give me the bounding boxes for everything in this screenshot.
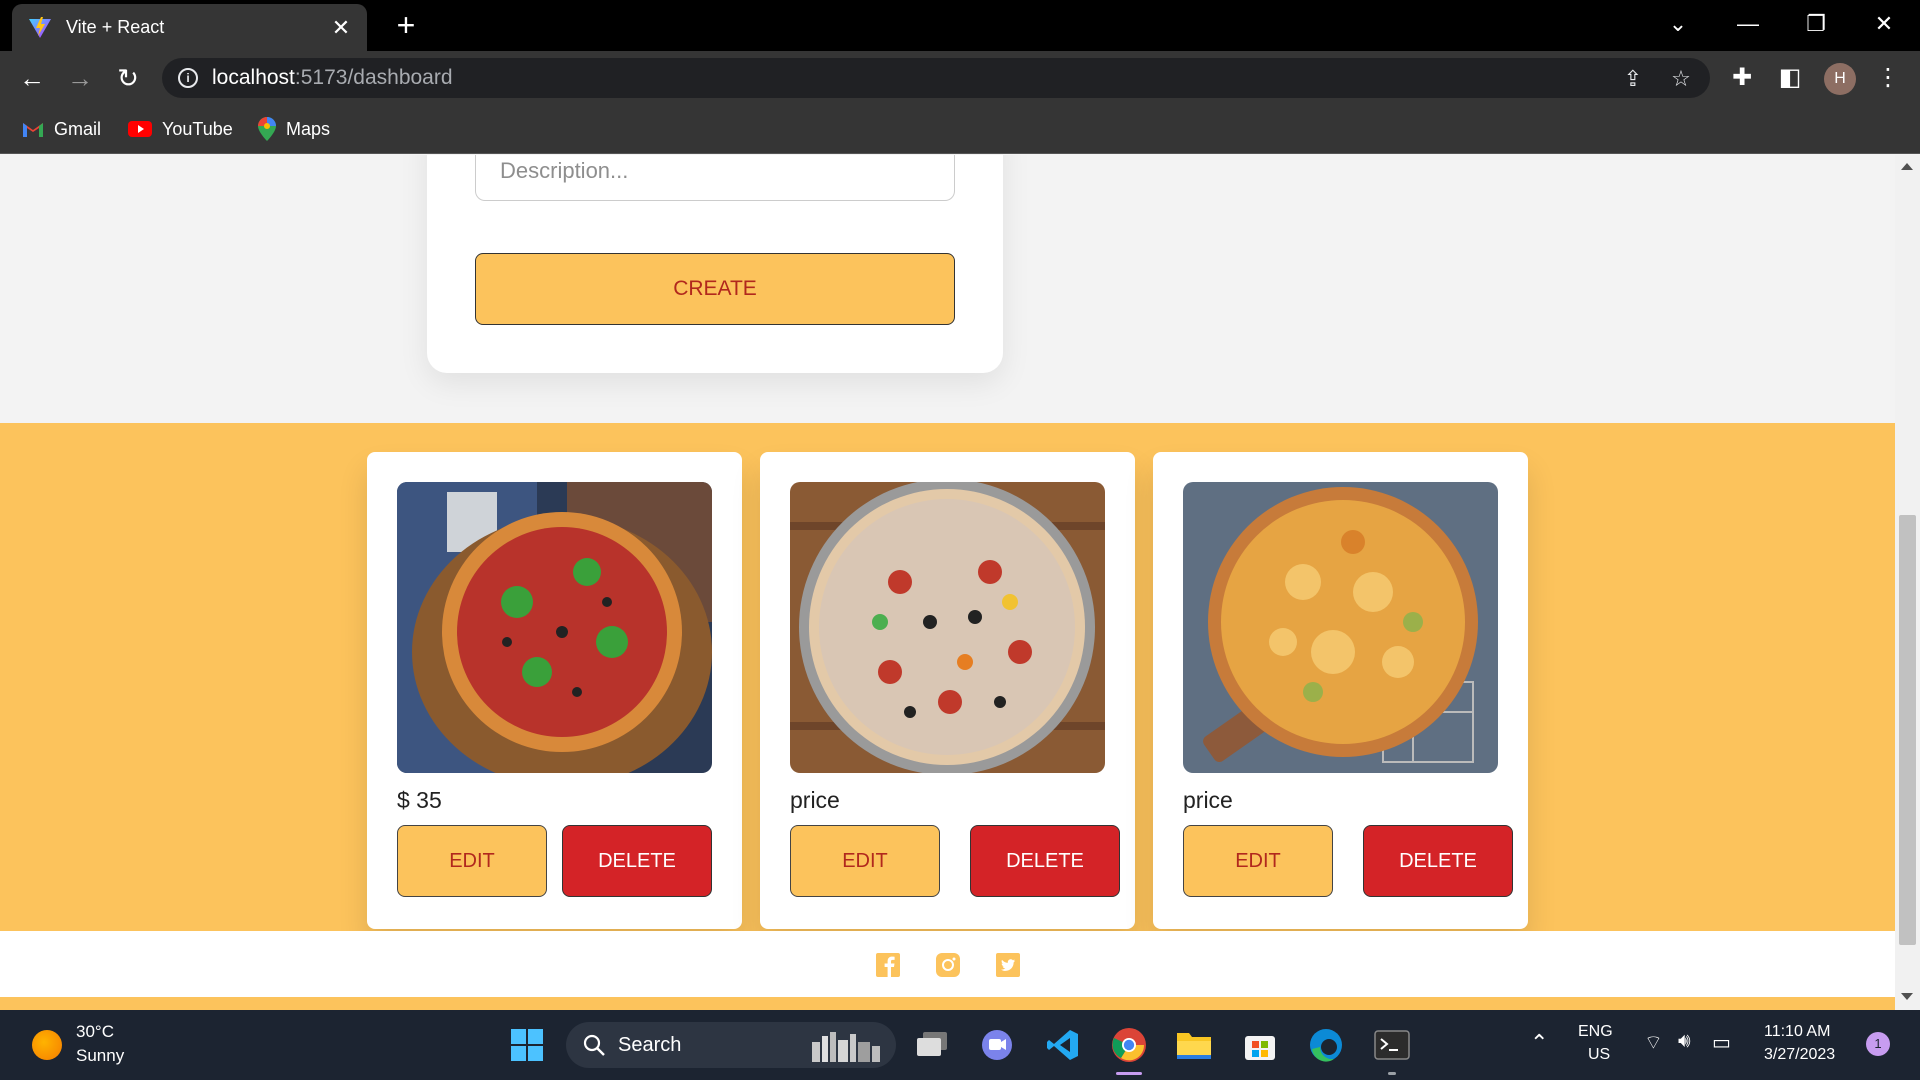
bookmark-label: Maps: [286, 118, 331, 139]
back-button[interactable]: ←: [14, 60, 50, 96]
facebook-icon[interactable]: [876, 953, 900, 977]
search-label: Search: [618, 1033, 682, 1056]
share-icon[interactable]: ⇪: [1618, 64, 1648, 94]
volume-icon[interactable]: 🔊︎: [1678, 1030, 1691, 1053]
running-app-indicator: [1388, 1072, 1396, 1075]
microsoft-store-icon[interactable]: [1241, 1026, 1279, 1064]
battery-icon[interactable]: ▭: [1712, 1030, 1731, 1055]
taskbar-search[interactable]: Search: [566, 1022, 896, 1068]
teams-chat-icon[interactable]: [978, 1026, 1016, 1064]
product-image: [1183, 482, 1498, 773]
delete-button[interactable]: DELETE: [562, 825, 712, 897]
browser-menu-icon[interactable]: ⋮: [1870, 60, 1906, 96]
notification-badge[interactable]: 1: [1866, 1032, 1890, 1056]
product-price: price: [1183, 787, 1233, 813]
delete-button[interactable]: DELETE: [970, 825, 1120, 897]
scroll-up-arrow-icon[interactable]: [1901, 163, 1913, 170]
gmail-icon: [23, 123, 43, 137]
page-scrollbar[interactable]: [1895, 155, 1920, 1010]
task-view-icon[interactable]: [913, 1026, 951, 1064]
windows-taskbar: 30°C Sunny Search ⌃ ENG US ⌔ 🔊︎ ▭ 11:10 …: [0, 1010, 1920, 1080]
restore-button[interactable]: ❐: [1792, 6, 1840, 42]
vscode-icon[interactable]: [1044, 1026, 1082, 1064]
product-card: price EDIT DELETE: [1153, 452, 1528, 929]
twitter-icon[interactable]: [996, 953, 1020, 977]
clock-time[interactable]: 11:10 AM: [1764, 1023, 1830, 1041]
minimize-button[interactable]: —: [1724, 6, 1772, 42]
side-panel-icon[interactable]: ◧: [1772, 60, 1808, 96]
wifi-icon[interactable]: ⌔: [1644, 1030, 1663, 1055]
scrollbar-thumb[interactable]: [1899, 515, 1916, 945]
bookmark-label: Gmail: [54, 118, 102, 139]
weather-temperature[interactable]: 30°C: [76, 1022, 114, 1042]
file-explorer-icon[interactable]: [1175, 1026, 1213, 1064]
description-input[interactable]: [475, 155, 955, 201]
search-highlight-icon: [812, 1032, 880, 1062]
language-region[interactable]: US: [1588, 1046, 1610, 1064]
new-tab-button[interactable]: +: [388, 8, 424, 44]
close-window-button[interactable]: ✕: [1860, 6, 1908, 42]
bookmarks-bar: Gmail YouTube Maps: [0, 104, 1920, 154]
extensions-icon[interactable]: ✚: [1724, 60, 1760, 96]
product-image: [397, 482, 712, 773]
tab-strip: Vite + React ✕ + ⌄ — ❐ ✕: [0, 0, 1920, 51]
language-indicator[interactable]: ENG: [1578, 1023, 1613, 1041]
youtube-icon: [128, 121, 152, 137]
tab-search-icon[interactable]: ⌄: [1654, 6, 1702, 42]
search-icon: [583, 1034, 605, 1056]
footer-accent-strip: [0, 997, 1895, 1010]
edge-icon[interactable]: [1307, 1026, 1345, 1064]
bookmark-youtube[interactable]: YouTube: [128, 116, 233, 142]
edit-button[interactable]: EDIT: [397, 825, 547, 897]
url-host: localhost: [212, 66, 295, 89]
create-button[interactable]: CREATE: [475, 253, 955, 325]
url-path: :5173/dashboard: [294, 66, 453, 89]
weather-sun-icon[interactable]: [32, 1030, 62, 1060]
product-image: [790, 482, 1105, 773]
profile-avatar[interactable]: H: [1824, 63, 1856, 95]
tab-title: Vite + React: [66, 17, 165, 37]
delete-button[interactable]: DELETE: [1363, 825, 1513, 897]
tray-overflow-icon[interactable]: ⌃: [1530, 1030, 1548, 1056]
bookmark-label: YouTube: [162, 118, 233, 139]
edit-button[interactable]: EDIT: [1183, 825, 1333, 897]
tab-close-icon[interactable]: ✕: [329, 15, 353, 41]
active-app-indicator: [1116, 1072, 1142, 1075]
bookmark-gmail[interactable]: Gmail: [22, 116, 101, 142]
create-product-form: CREATE: [427, 155, 1003, 373]
scroll-down-arrow-icon[interactable]: [1901, 993, 1913, 1000]
edit-button[interactable]: EDIT: [790, 825, 940, 897]
bookmark-star-icon[interactable]: ☆: [1666, 64, 1696, 94]
page-viewport: CREATE $ 35 EDIT: [0, 155, 1895, 1010]
clock-date[interactable]: 3/27/2023: [1764, 1046, 1835, 1064]
windows-start-icon[interactable]: [508, 1026, 546, 1064]
weather-description[interactable]: Sunny: [76, 1046, 124, 1066]
browser-tab[interactable]: Vite + React ✕: [12, 4, 367, 51]
product-card: $ 35 EDIT DELETE: [367, 452, 742, 929]
maps-icon: [258, 117, 276, 141]
instagram-icon[interactable]: [936, 953, 960, 977]
product-price: $ 35: [397, 787, 442, 813]
terminal-icon[interactable]: [1373, 1026, 1411, 1064]
vite-favicon-icon: [29, 16, 51, 38]
reload-button[interactable]: ↻: [110, 60, 146, 96]
bookmark-maps[interactable]: Maps: [258, 116, 330, 142]
browser-toolbar: ← → ↻ i localhost:5173/dashboard ⇪ ☆ ✚ ◧…: [0, 51, 1920, 104]
site-info-icon[interactable]: i: [178, 68, 198, 88]
product-price: price: [790, 787, 840, 813]
forward-button[interactable]: →: [62, 60, 98, 96]
footer: [0, 931, 1895, 1001]
chrome-icon[interactable]: [1110, 1026, 1148, 1064]
address-bar[interactable]: i localhost:5173/dashboard ⇪ ☆: [162, 58, 1710, 98]
product-card: price EDIT DELETE: [760, 452, 1135, 929]
